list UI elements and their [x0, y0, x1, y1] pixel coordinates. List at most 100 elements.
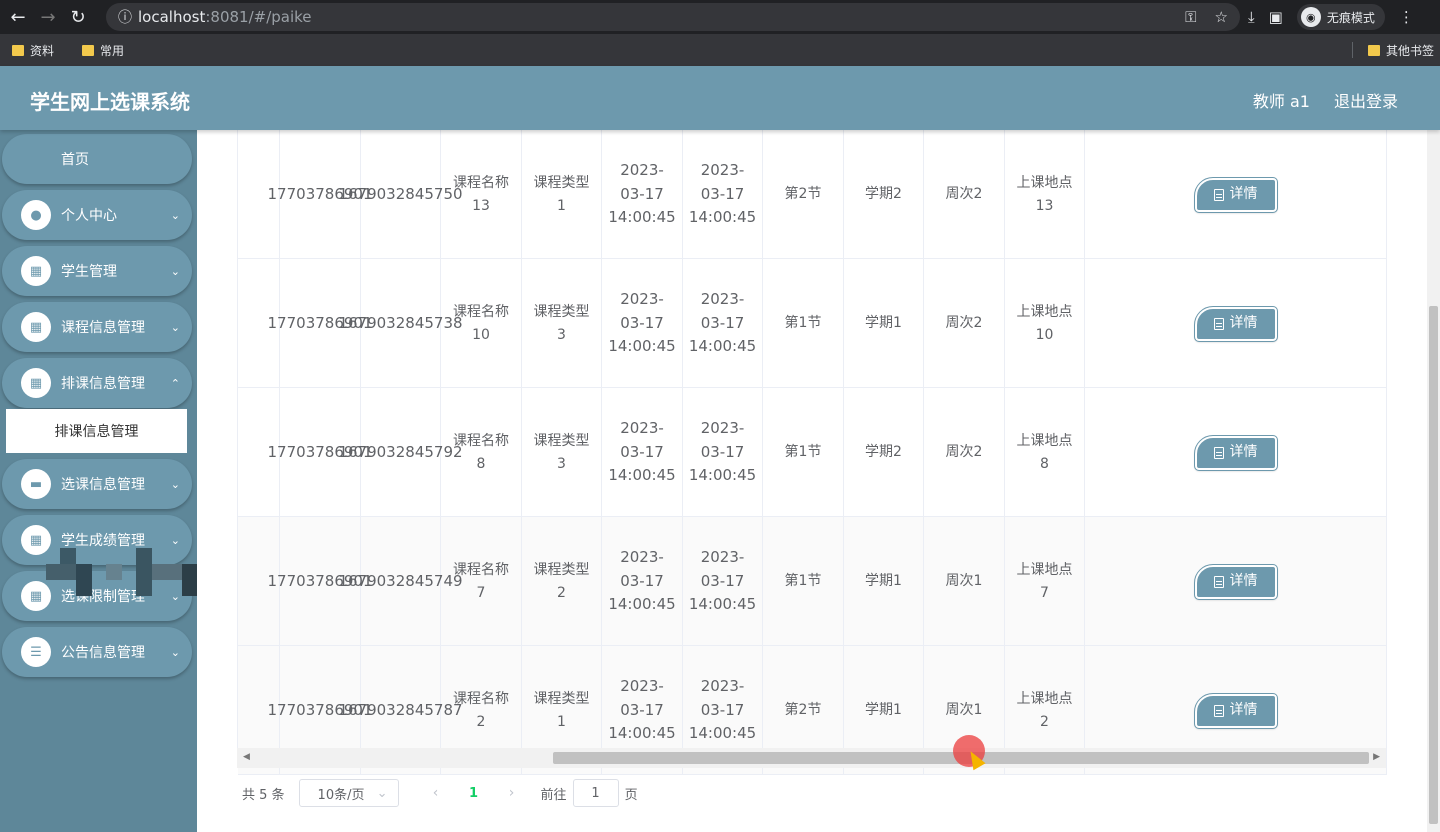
sidebar-item-selection[interactable]: ▬ 选课信息管理 ⌄ — [2, 459, 192, 509]
cell-section: 第1节 — [763, 517, 844, 646]
prev-page-icon[interactable]: ‹ — [421, 785, 451, 801]
document-icon — [1213, 188, 1224, 201]
cell-place: 上课地点13 — [1005, 130, 1085, 259]
page-size-value: 10条/页 — [317, 787, 365, 803]
grid-icon: ▦ — [21, 256, 51, 286]
app-title: 学生网上选课系统 — [30, 90, 190, 114]
horizontal-scrollbar[interactable]: ◀ ▶ — [237, 748, 1386, 768]
cell-actions: 详情 — [1085, 130, 1387, 259]
cell-term: 学期2 — [844, 388, 924, 517]
folder-icon — [1367, 44, 1380, 56]
cell-course-type: 课程类型3 — [522, 259, 602, 388]
site-info-icon[interactable]: ⓘ — [118, 7, 138, 27]
detail-button[interactable]: 详情 — [1193, 563, 1278, 600]
table-row: 17703786901 1679032845750 课程名称13 课程类型1 2023-… — [238, 130, 1387, 259]
list-icon: ☰ — [21, 637, 51, 667]
sidebar-item-label: 公告信息管理 — [61, 645, 145, 661]
cell-end-time: 2023-03-17 14:00:45 — [683, 130, 763, 259]
cell-section: 第1节 — [763, 388, 844, 517]
chevron-down-icon: ⌄ — [376, 785, 388, 801]
chevron-down-icon: ⌄ — [170, 320, 180, 334]
scroll-right-icon[interactable]: ▶ — [1373, 752, 1380, 762]
side-panel-icon[interactable]: ▣ — [1269, 8, 1283, 26]
url-host: localhost — [138, 8, 206, 26]
page-number-current[interactable]: 1 — [451, 786, 497, 801]
cell-start-time: 2023-03-17 14:00:45 — [602, 388, 683, 517]
cell-id: 1679032845750 — [338, 130, 463, 259]
folder-icon — [82, 44, 95, 56]
cell-id: 1679032845738 — [338, 259, 463, 388]
vertical-scrollbar[interactable] — [1427, 130, 1440, 832]
cell-course-name: 课程名称10 — [441, 259, 522, 388]
cell-week: 周次2 — [924, 388, 1005, 517]
cell-end-time: 2023-03-17 14:00:45 — [683, 259, 763, 388]
reload-icon[interactable]: ↻ — [63, 2, 93, 32]
bookmark-label: 常用 — [100, 43, 125, 58]
cell-course-type: 课程类型3 — [522, 388, 602, 517]
cell-term: 学期1 — [844, 259, 924, 388]
chevron-down-icon: ⌄ — [170, 264, 180, 278]
download-icon[interactable]: ⤓ — [1248, 8, 1255, 26]
bookmark-folder[interactable]: 常用 — [82, 42, 124, 59]
cell-end-time: 2023-03-17 14:00:45 — [683, 517, 763, 646]
briefcase-icon: ▬ — [21, 469, 51, 499]
cell-place: 上课地点8 — [1005, 388, 1085, 517]
logout-link[interactable]: 退出登录 — [1334, 88, 1398, 112]
sidebar-item-notices[interactable]: ☰ 公告信息管理 ⌄ — [2, 627, 192, 677]
page-size-select[interactable]: 10条/页 ⌄ — [298, 779, 399, 807]
bookmarks-divider — [1352, 42, 1353, 58]
current-user: 教师 a1 — [1252, 92, 1310, 111]
cell-course-type: 课程类型2 — [522, 517, 602, 646]
cell-term: 学期2 — [844, 130, 924, 259]
cell-end-time: 2023-03-17 14:00:45 — [683, 388, 763, 517]
detail-button[interactable]: 详情 — [1193, 176, 1278, 213]
sidebar-item-label: 学生成绩管理 — [61, 533, 145, 549]
back-icon[interactable]: ← — [3, 2, 33, 32]
cell-start-time: 2023-03-17 14:00:45 — [602, 259, 683, 388]
cell-term: 学期1 — [844, 517, 924, 646]
key-icon[interactable]: ⚿ — [1185, 8, 1196, 26]
bookmark-folder[interactable]: 资料 — [12, 42, 54, 59]
bookmarks-bar: 资料 常用 其他书签 — [0, 34, 1440, 66]
address-bar[interactable]: ⓘ localhost:8081/#/paike ⚿ ☆ — [106, 3, 1240, 31]
url-path: :8081/#/paike — [205, 8, 312, 26]
cell-week: 周次1 — [924, 517, 1005, 646]
sidebar-item-schedule[interactable]: ▦ 排课信息管理 ⌃ — [2, 358, 192, 408]
cell-section: 第1节 — [763, 259, 844, 388]
pagination-total: 共 5 条 — [242, 787, 285, 803]
sidebar-item-home[interactable]: 首页 — [2, 134, 192, 184]
goto-suffix: 页 — [624, 787, 638, 803]
detail-button-label: 详情 — [1229, 186, 1258, 202]
other-bookmarks[interactable]: 其他书签 — [1367, 34, 1434, 66]
forward-icon[interactable]: → — [33, 2, 63, 32]
grid-icon: ▦ — [21, 312, 51, 342]
browser-toolbar: ← → ↻ ⓘ localhost:8081/#/paike ⚿ ☆ ⤓ ▣ ◉… — [0, 0, 1440, 34]
incognito-badge[interactable]: ◉ 无痕模式 — [1296, 4, 1385, 30]
sidebar-item-label: 学生管理 — [61, 264, 117, 280]
detail-button[interactable]: 详情 — [1193, 692, 1278, 729]
sidebar-item-courses[interactable]: ▦ 课程信息管理 ⌄ — [2, 302, 192, 352]
main-content: 17703786901 1679032845750 课程名称13 课程类型1 2023-… — [197, 130, 1427, 832]
cell-place: 上课地点10 — [1005, 259, 1085, 388]
goto-page-input[interactable]: 1 — [572, 779, 619, 807]
next-page-icon[interactable]: › — [497, 785, 527, 801]
sidebar-item-students[interactable]: ▦ 学生管理 ⌄ — [2, 246, 192, 296]
incognito-label: 无痕模式 — [1326, 10, 1375, 25]
document-icon — [1213, 446, 1224, 459]
detail-button[interactable]: 详情 — [1193, 434, 1278, 471]
cell-course-name: 课程名称8 — [441, 388, 522, 517]
sidebar-item-personal[interactable]: ● 个人中心 ⌄ — [2, 190, 192, 240]
detail-button-label: 详情 — [1229, 315, 1258, 331]
star-icon[interactable]: ☆ — [1215, 8, 1228, 26]
menu-icon[interactable]: ⋮ — [1399, 8, 1414, 26]
cell-start-time: 2023-03-17 14:00:45 — [602, 130, 683, 259]
sidebar-subitem-schedule[interactable]: 排课信息管理 — [6, 409, 187, 453]
cell-section: 第2节 — [763, 130, 844, 259]
chevron-up-icon: ⌃ — [170, 376, 180, 390]
scroll-left-icon[interactable]: ◀ — [243, 752, 250, 762]
vertical-scroll-thumb[interactable] — [1429, 306, 1438, 824]
detail-button[interactable]: 详情 — [1193, 305, 1278, 342]
goto-prefix: 前往 — [540, 787, 567, 803]
cell-actions: 详情 — [1085, 517, 1387, 646]
sidebar-item-label: 选课信息管理 — [61, 477, 145, 493]
